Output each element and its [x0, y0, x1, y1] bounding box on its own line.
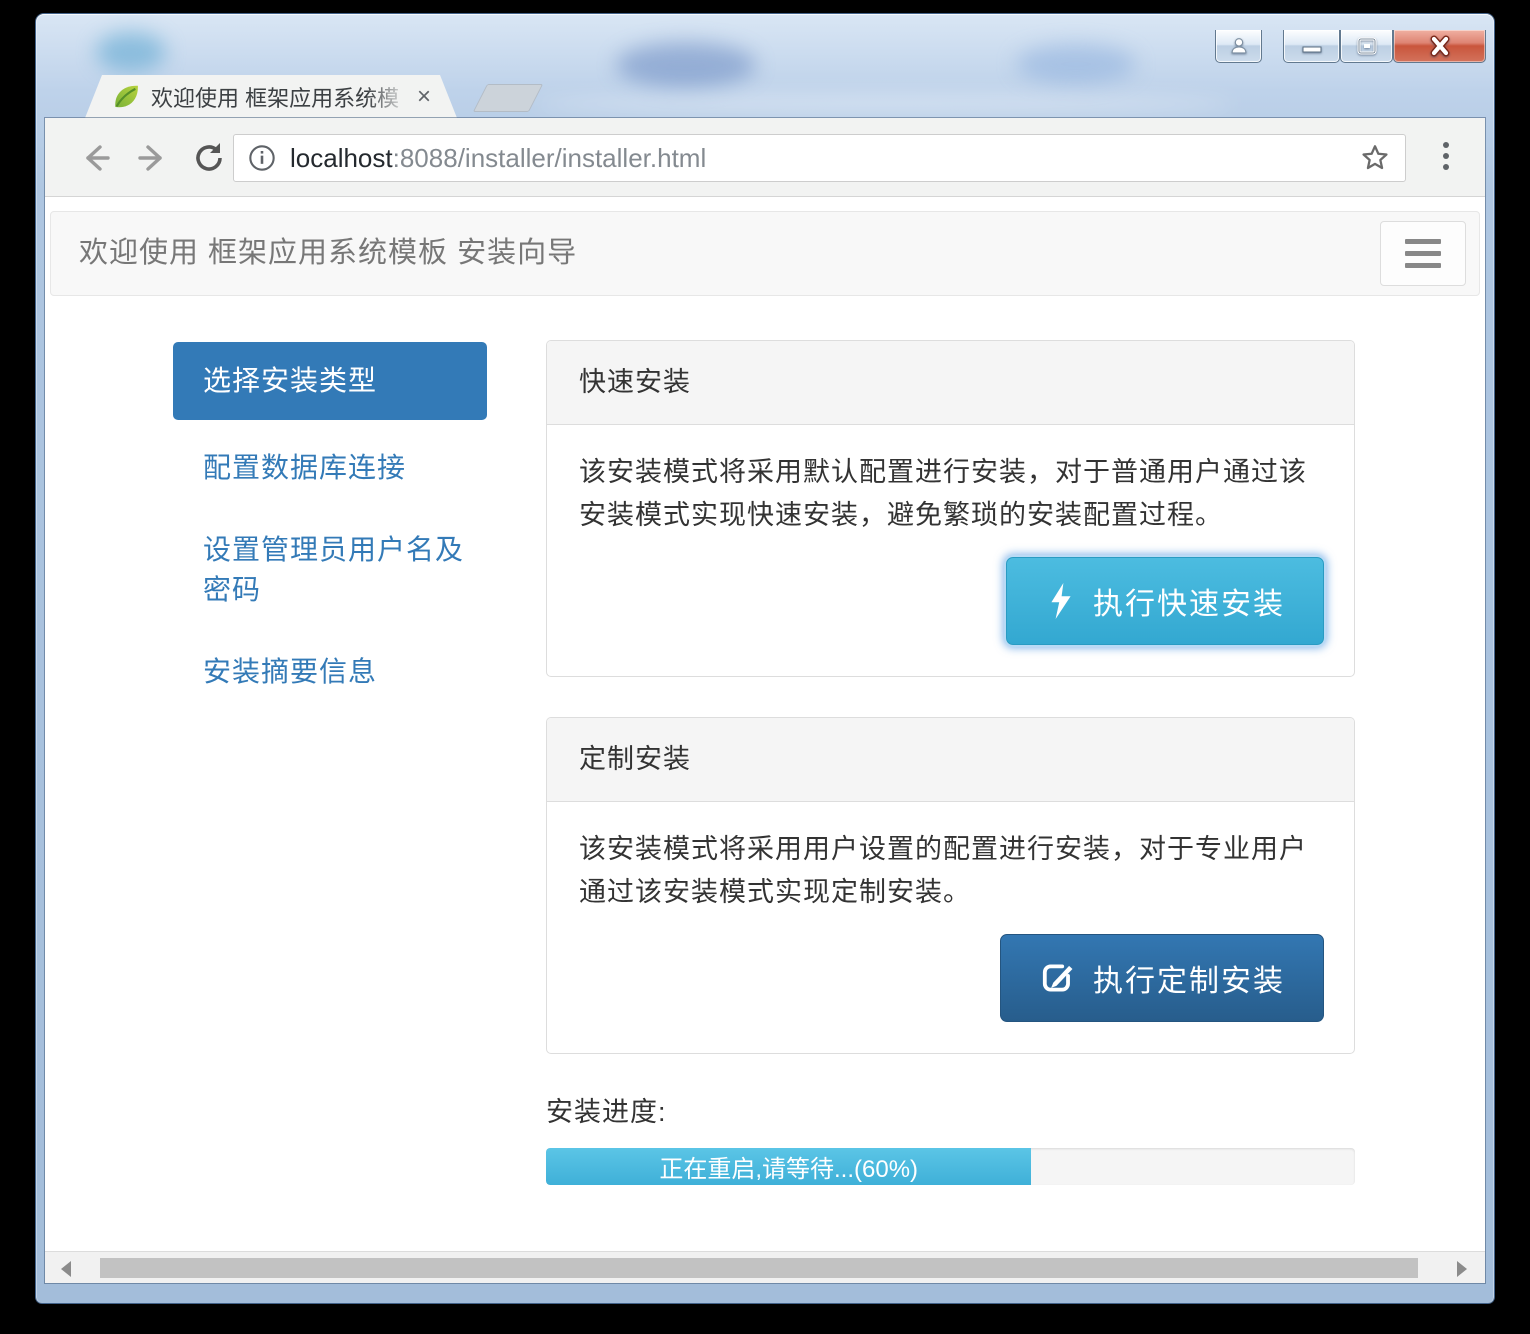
- lightning-icon: [1045, 583, 1077, 619]
- page-content: 欢迎使用 框架应用系统模板 安装向导 选择安装类型 配置数据库连接 设置管理员用…: [45, 197, 1485, 1251]
- window-controls: [36, 30, 1494, 63]
- profile-button[interactable]: [1215, 30, 1262, 63]
- edit-icon: [1039, 959, 1077, 997]
- tab-close-icon[interactable]: ×: [417, 85, 431, 109]
- maximize-button[interactable]: [1340, 30, 1393, 63]
- page-title: 欢迎使用 框架应用系统模板 安装向导: [79, 212, 577, 295]
- close-button[interactable]: [1393, 30, 1486, 63]
- scrollbar-thumb[interactable]: [100, 1258, 1418, 1278]
- install-steps-nav: 选择安装类型 配置数据库连接 设置管理员用户名及密码 安装摘要信息: [173, 342, 487, 692]
- quick-install-button[interactable]: 执行快速安装: [1006, 557, 1324, 645]
- reload-icon: [192, 141, 226, 175]
- custom-install-panel-title: 定制安装: [547, 718, 1354, 802]
- maximize-icon: [1355, 36, 1379, 56]
- progress-bar: 正在重启,请等待...(60%): [546, 1148, 1355, 1185]
- progress-label: 安装进度:: [546, 1090, 667, 1129]
- bookmark-star-icon[interactable]: [1359, 142, 1391, 174]
- quick-install-panel-body: 该安装模式将采用默认配置进行安装，对于普通用户通过该安装模式实现快速安装，避免繁…: [547, 425, 1354, 537]
- forward-button[interactable]: [135, 140, 171, 176]
- nav-item-summary[interactable]: 安装摘要信息: [173, 652, 487, 692]
- browser-window: 欢迎使用 框架应用系统模 ×: [36, 14, 1494, 1303]
- custom-install-button[interactable]: 执行定制安装: [1000, 934, 1324, 1022]
- favicon-leaf-icon: [111, 82, 141, 112]
- nav-item-install-type[interactable]: 选择安装类型: [173, 342, 487, 420]
- quick-install-panel-title: 快速安装: [547, 341, 1354, 425]
- progress-fill: 正在重启,请等待...(60%): [546, 1148, 1031, 1185]
- back-button[interactable]: [77, 140, 113, 176]
- quick-install-button-label: 执行快速安装: [1093, 579, 1285, 623]
- nav-item-db-connection[interactable]: 配置数据库连接: [173, 448, 487, 488]
- glass-reflection: [536, 94, 1236, 114]
- new-tab-button[interactable]: [473, 84, 543, 112]
- info-icon[interactable]: [248, 144, 276, 172]
- close-icon: [1427, 35, 1453, 57]
- url-host: localhost: [290, 143, 393, 173]
- url-text: localhost:8088/installer/installer.html: [290, 143, 1359, 174]
- tab-title-wrap: 欢迎使用 框架应用系统模: [151, 81, 409, 113]
- url-path: :8088/installer/installer.html: [393, 143, 707, 173]
- page-navbar: 欢迎使用 框架应用系统模板 安装向导: [50, 211, 1480, 296]
- minimize-button[interactable]: [1283, 30, 1340, 63]
- nav-item-admin-account[interactable]: 设置管理员用户名及密码: [173, 530, 473, 610]
- horizontal-scrollbar[interactable]: [45, 1251, 1485, 1283]
- address-bar[interactable]: localhost:8088/installer/installer.html: [233, 134, 1406, 182]
- person-icon: [1228, 35, 1250, 57]
- scroll-right-icon[interactable]: [1457, 1261, 1467, 1277]
- reload-button[interactable]: [191, 140, 227, 176]
- browser-chrome: localhost:8088/installer/installer.html …: [45, 118, 1485, 1283]
- back-icon: [78, 143, 112, 173]
- browser-menu-button[interactable]: [1443, 142, 1451, 170]
- progress-text: 正在重启,请等待...(60%): [659, 1149, 918, 1184]
- browser-tab[interactable]: 欢迎使用 框架应用系统模 ×: [85, 75, 457, 118]
- custom-install-panel: 定制安装 该安装模式将采用用户设置的配置进行安装，对于专业用户通过该安装模式实现…: [546, 717, 1355, 1054]
- screenshot-root: 欢迎使用 框架应用系统模 ×: [0, 0, 1530, 1334]
- minimize-icon: [1300, 36, 1324, 56]
- custom-install-panel-body: 该安装模式将采用用户设置的配置进行安装，对于专业用户通过该安装模式实现定制安装。: [547, 802, 1354, 914]
- browser-toolbar: localhost:8088/installer/installer.html: [45, 118, 1485, 197]
- quick-install-panel: 快速安装 该安装模式将采用默认配置进行安装，对于普通用户通过该安装模式实现快速安…: [546, 340, 1355, 677]
- forward-icon: [136, 143, 170, 173]
- hamburger-icon: [1405, 239, 1441, 244]
- custom-install-button-label: 执行定制安装: [1093, 956, 1285, 1000]
- scroll-left-icon[interactable]: [61, 1261, 71, 1277]
- navbar-toggle-button[interactable]: [1380, 221, 1466, 286]
- tab-title: 欢迎使用 框架应用系统模: [151, 86, 399, 111]
